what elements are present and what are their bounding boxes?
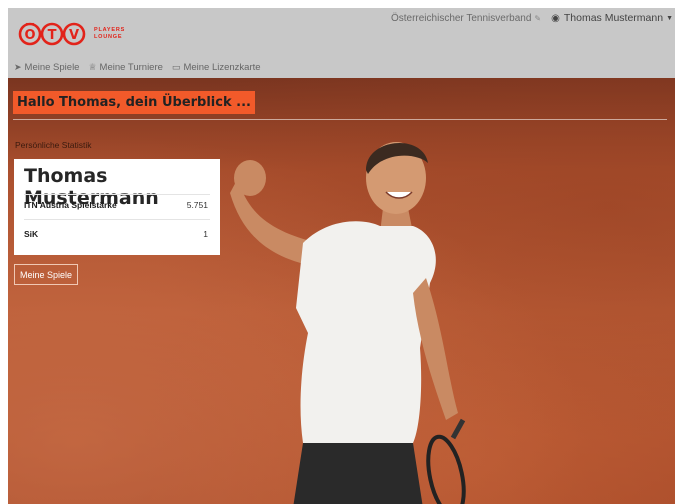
svg-text:V: V [69, 28, 79, 43]
user-circle-icon: ◉ [551, 12, 560, 24]
trophy-icon: ♕ [88, 62, 97, 72]
main-nav: ➤ Meine Spiele ♕ Meine Turniere ▭ Meine … [14, 62, 270, 73]
nav-item-meine-spiele[interactable]: ➤ Meine Spiele [14, 62, 79, 73]
top-right-menu: Österreichischer Tennisverband ✎ ◉ Thoma… [391, 12, 673, 24]
credit-card-icon: ▭ [171, 62, 181, 72]
stats-label: Persönliche Statistik [15, 140, 92, 150]
logo-tagline-lounge: LOUNGE [94, 34, 123, 40]
top-navigation-bar: O T V PLAYERS LOUNGE Österreichischer Te… [8, 8, 675, 78]
svg-text:O: O [24, 28, 35, 43]
player-stats-card: Thomas Mustermann ITN Austria Spielstärk… [14, 159, 220, 255]
nav-item-meine-lizenzkarte[interactable]: ▭ Meine Lizenzkarte [172, 62, 261, 73]
otv-logo[interactable]: O T V PLAYERS LOUNGE [18, 21, 125, 47]
app-frame: O T V PLAYERS LOUNGE Österreichischer Te… [8, 8, 675, 504]
divider [24, 219, 210, 220]
external-link-icon: ✎ [534, 13, 542, 23]
logo-tagline: PLAYERS LOUNGE [94, 27, 125, 41]
divider [24, 194, 210, 195]
user-name: Thomas Mustermann [563, 12, 664, 24]
federation-link[interactable]: Österreichischer Tennisverband ✎ [391, 13, 541, 24]
stat-row: ITN Austria Spielstärke 5.751 [24, 200, 208, 210]
stat-label: ITN Austria Spielstärke [24, 200, 117, 210]
nav-item-meine-turniere[interactable]: ♕ Meine Turniere [88, 62, 162, 73]
meine-spiele-button[interactable]: Meine Spiele [14, 264, 79, 285]
user-menu-dropdown[interactable]: ◉ Thomas Mustermann ▼ [551, 12, 673, 24]
nav-item-label: Meine Spiele [24, 62, 80, 73]
hero-section: Hallo Thomas, dein Überblick ... Persönl… [8, 78, 675, 504]
nav-item-label: Meine Lizenzkarte [183, 62, 261, 73]
stat-row: SiK 1 [24, 229, 208, 239]
tennis-player-image [230, 142, 466, 504]
caret-down-icon: ▼ [666, 14, 673, 22]
svg-text:T: T [48, 28, 57, 43]
stat-value: 1 [203, 229, 208, 239]
stat-value: 5.751 [186, 200, 208, 210]
logo-tagline-players: PLAYERS [94, 27, 126, 33]
welcome-heading: Hallo Thomas, dein Überblick ... [13, 91, 255, 114]
stat-label: SiK [24, 229, 39, 239]
otv-logo-mark: O T V [18, 22, 86, 46]
divider [13, 119, 667, 120]
paper-plane-icon: ➤ [14, 62, 22, 72]
nav-item-label: Meine Turniere [99, 62, 163, 73]
federation-link-label: Österreichischer Tennisverband [390, 12, 532, 24]
